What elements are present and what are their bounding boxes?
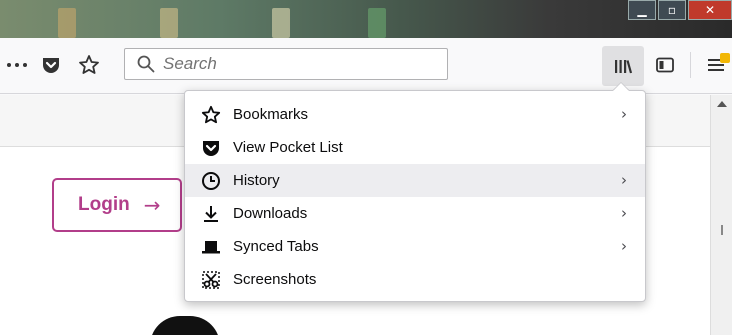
menu-item-label: Synced Tabs	[233, 238, 319, 255]
menu-item-synced-tabs[interactable]: Synced Tabs ›	[185, 230, 645, 263]
maximize-icon[interactable]: ▫	[658, 0, 686, 20]
menu-item-history[interactable]: History ›	[185, 164, 645, 197]
desktop-icon	[368, 8, 386, 38]
synced-tabs-icon	[201, 237, 221, 257]
close-icon[interactable]: ✕	[688, 0, 732, 20]
search-input[interactable]: Search	[124, 48, 448, 80]
chevron-right-icon: ›	[621, 105, 627, 123]
menu-item-label: View Pocket List	[233, 139, 343, 156]
menu-item-pocket[interactable]: View Pocket List	[185, 131, 645, 164]
menu-item-label: Downloads	[233, 205, 308, 222]
download-icon	[201, 204, 221, 224]
hamburger-menu-icon[interactable]	[706, 52, 732, 78]
chevron-right-icon: ›	[621, 237, 627, 255]
minimize-icon[interactable]: ▁	[628, 0, 656, 20]
pocket-icon	[201, 138, 221, 158]
library-panel: Bookmarks › View Pocket List History › D…	[184, 90, 646, 302]
star-icon	[201, 105, 221, 125]
arrow-right-icon: →	[143, 193, 161, 217]
menu-item-label: Screenshots	[233, 271, 317, 288]
desktop-background: ▁ ▫ ✕	[0, 0, 732, 38]
desktop-icon	[160, 8, 178, 38]
library-icon	[615, 60, 633, 74]
library-button[interactable]	[602, 46, 644, 86]
search-icon	[137, 55, 155, 73]
login-button[interactable]: Login →	[52, 178, 182, 232]
scrollbar[interactable]	[710, 95, 732, 335]
panel-arrow-inner	[613, 83, 629, 91]
chevron-right-icon: ›	[621, 204, 627, 222]
window-controls: ▁ ▫ ✕	[626, 0, 732, 22]
pocket-icon[interactable]	[38, 52, 64, 78]
menu-item-label: History	[233, 172, 280, 189]
scroll-up-icon[interactable]	[717, 101, 727, 107]
login-label: Login	[78, 194, 130, 215]
star-icon[interactable]	[76, 52, 102, 78]
menu-item-downloads[interactable]: Downloads ›	[185, 197, 645, 230]
desktop-icon	[58, 8, 76, 38]
search-placeholder: Search	[163, 54, 217, 73]
sidebar-icon[interactable]	[652, 52, 678, 78]
desktop-icon	[272, 8, 290, 38]
chevron-right-icon: ›	[621, 171, 627, 189]
menu-item-label: Bookmarks	[233, 106, 309, 123]
toolbar-separator	[690, 52, 691, 78]
ellipsis-icon[interactable]	[4, 52, 30, 78]
scissors-icon	[201, 270, 221, 290]
menu-item-bookmarks[interactable]: Bookmarks ›	[185, 98, 645, 131]
scroll-grip[interactable]	[721, 225, 723, 235]
clock-icon	[201, 171, 221, 191]
menu-item-screenshots[interactable]: Screenshots	[185, 263, 645, 296]
